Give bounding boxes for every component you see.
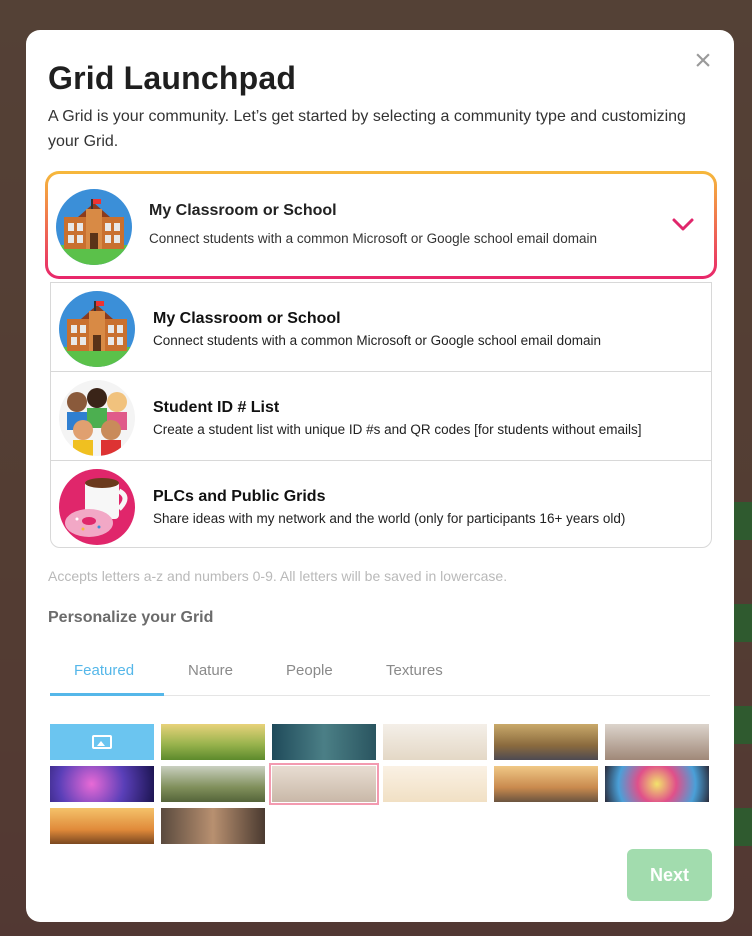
url-hint-text: Accepts letters a-z and numbers 0-9. All…	[48, 568, 508, 584]
background-thumbnail[interactable]	[383, 766, 487, 802]
option-student-id-list[interactable]: Student ID # List Create a student list …	[51, 372, 711, 461]
background-thumbnail-selected[interactable]	[269, 763, 379, 805]
coffee-donut-icon	[59, 469, 135, 545]
chevron-down-icon[interactable]	[670, 212, 696, 238]
option-description: Connect students with a common Microsoft…	[153, 333, 601, 348]
background-thumbnail[interactable]	[161, 766, 265, 802]
school-building-icon	[59, 291, 135, 367]
background-thumbnail[interactable]	[50, 808, 154, 844]
tab-featured[interactable]: Featured	[74, 662, 134, 679]
option-description: Create a student list with unique ID #s …	[153, 422, 642, 437]
close-icon[interactable]: ×	[690, 46, 716, 76]
option-title: Student ID # List	[153, 399, 280, 416]
option-title: PLCs and Public Grids	[153, 488, 326, 505]
option-title: My Classroom or School	[153, 310, 341, 327]
next-button[interactable]: Next	[627, 849, 712, 901]
personalize-heading: Personalize your Grid	[48, 609, 214, 626]
grid-launchpad-modal: × Grid Launchpad A Grid is your communit…	[26, 30, 734, 922]
community-type-options: My Classroom or School Connect students …	[50, 282, 712, 548]
students-group-icon	[59, 380, 135, 456]
school-building-icon	[56, 189, 132, 265]
selected-type-title: My Classroom or School	[149, 202, 337, 219]
background-thumbnail[interactable]	[272, 724, 376, 760]
modal-subtitle: A Grid is your community. Let’s get star…	[48, 108, 686, 150]
background-thumbnail[interactable]	[383, 724, 487, 760]
background-thumbnail[interactable]	[605, 766, 709, 802]
background-thumbnail[interactable]	[161, 724, 265, 760]
tab-textures[interactable]: Textures	[386, 662, 443, 679]
background-thumbnail[interactable]	[161, 808, 265, 844]
option-plcs-public-grids[interactable]: PLCs and Public Grids Share ideas with m…	[51, 461, 711, 547]
modal-title: Grid Launchpad	[48, 60, 297, 96]
tab-nature[interactable]: Nature	[188, 662, 233, 679]
option-description: Share ideas with my network and the worl…	[153, 511, 626, 526]
background-thumbnail[interactable]	[494, 724, 598, 760]
upload-image-thumbnail[interactable]	[50, 724, 154, 760]
community-type-select[interactable]: My Classroom or School Connect students …	[45, 171, 717, 279]
active-tab-indicator	[50, 693, 164, 696]
background-thumbnail[interactable]	[605, 724, 709, 760]
tab-people[interactable]: People	[286, 662, 333, 679]
selected-type-description: Connect students with a common Microsoft…	[149, 231, 597, 246]
background-thumbnail[interactable]	[50, 766, 154, 802]
option-classroom-school[interactable]: My Classroom or School Connect students …	[51, 283, 711, 372]
image-icon	[92, 735, 112, 749]
background-tabs: Featured Nature People Textures	[50, 650, 710, 696]
background-thumbnail[interactable]	[494, 766, 598, 802]
